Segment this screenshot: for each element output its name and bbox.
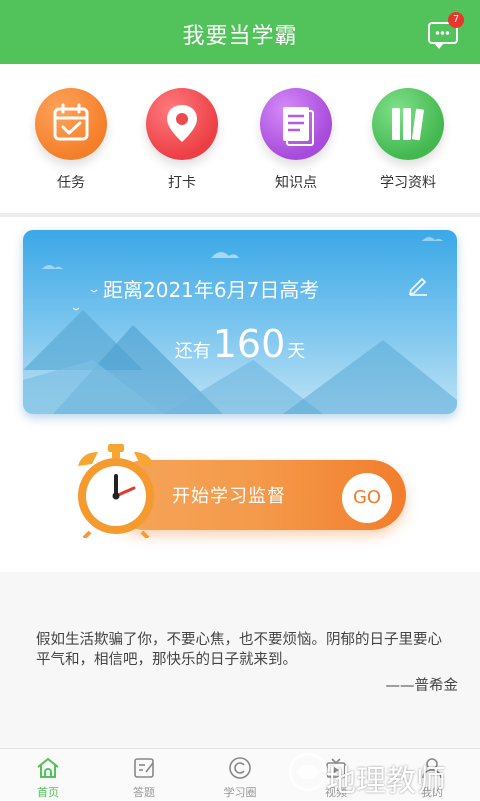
tab-study-circle[interactable]: 学习圈 (192, 749, 288, 801)
tab-label: 学习圈 (223, 786, 257, 799)
quick-action-materials[interactable]: 学习资料 (368, 88, 448, 198)
user-icon (422, 758, 442, 779)
quick-action-label: 任务 (57, 175, 85, 191)
quick-action-label: 学习资料 (380, 175, 436, 191)
quick-action-knowledge[interactable]: 知识点 (256, 88, 336, 198)
notebook-icon (260, 88, 332, 160)
countdown-prefix: 还有 (174, 341, 211, 362)
quick-action-task[interactable]: 任务 (31, 88, 111, 198)
quote-section: 假如生活欺骗了你，不要心焦，也不要烦恼。阴郁的日子里要心平气和，相信吧，那快乐的… (0, 572, 480, 748)
bottom-tab-bar: 首页 答题 学习圈 视频 我的 (0, 748, 480, 800)
home-icon (37, 757, 59, 778)
edit-note-icon (134, 758, 154, 778)
start-supervise-label: 开始学习监督 (172, 486, 286, 507)
quote-text: 假如生活欺骗了你，不要心焦，也不要烦恼。阴郁的日子里要心平气和，相信吧，那快乐的… (36, 632, 442, 668)
go-button[interactable]: GO (342, 473, 392, 523)
app-header: 我要当学霸 7 (0, 0, 480, 64)
quick-action-checkin[interactable]: 打卡 (142, 88, 222, 198)
tab-video[interactable]: 视频 (288, 749, 384, 801)
page-title: 我要当学霸 (182, 24, 298, 49)
books-icon (372, 88, 444, 160)
edit-icon[interactable] (407, 274, 429, 296)
countdown-title: 距离2021年6月7日高考 (103, 278, 320, 302)
tab-label: 视频 (325, 786, 347, 799)
section-divider (0, 213, 480, 217)
tab-profile[interactable]: 我的 (384, 749, 480, 801)
tv-icon (326, 758, 346, 778)
countdown-suffix: 天 (287, 341, 306, 362)
tab-quiz[interactable]: 答题 (96, 749, 192, 801)
countdown-remaining: 还有160 天 (23, 322, 457, 366)
tab-label: 答题 (133, 786, 155, 799)
quick-action-label: 知识点 (275, 175, 317, 191)
exam-countdown-card[interactable]: 距离2021年6月7日高考 还有160 天 (23, 230, 457, 414)
tab-label: 我的 (421, 786, 443, 799)
location-pin-icon (146, 88, 218, 160)
copyright-circle-icon (229, 757, 251, 779)
tab-label: 首页 (37, 786, 59, 799)
quick-action-label: 打卡 (168, 175, 196, 191)
tab-home[interactable]: 首页 (0, 749, 96, 801)
message-badge: 7 (448, 12, 464, 28)
quote-author: ——普希金 (385, 678, 459, 694)
calendar-check-icon (35, 88, 107, 160)
alarm-clock-icon (78, 444, 154, 538)
countdown-days: 160 (212, 322, 286, 366)
